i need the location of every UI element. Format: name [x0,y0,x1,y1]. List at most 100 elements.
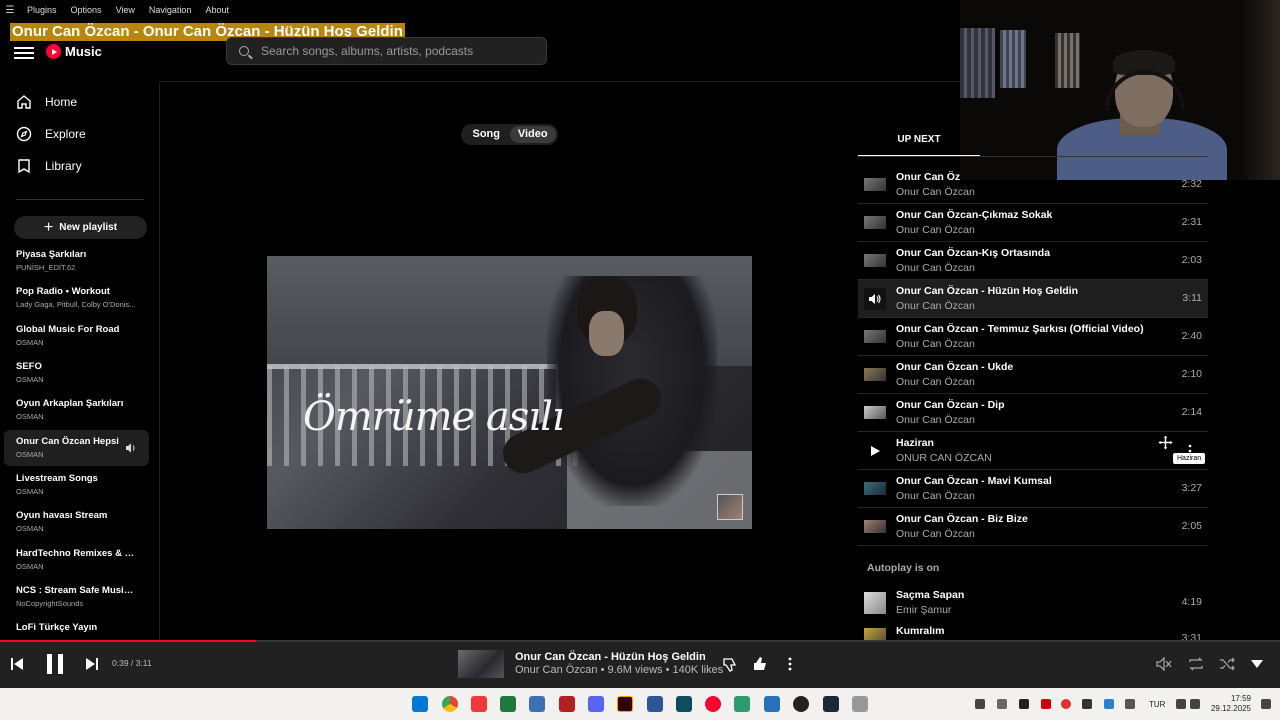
next-icon[interactable] [85,657,99,671]
queue-artist: Onur Can Özcan [896,224,975,236]
microphone-icon[interactable] [1125,699,1135,709]
play-logo-icon [46,44,61,59]
tray-chevron-icon[interactable] [975,699,985,709]
playlist-item[interactable]: Pop Radio • Workout Lady Gaga, Pitbull, C… [4,280,149,316]
playlist-subtitle: OSMAN [16,375,44,384]
playlist-title: Livestream Songs [16,473,98,484]
queue-duration: 3:31 [1181,632,1202,640]
network-icon[interactable] [1176,699,1186,709]
menu-view[interactable]: View [116,5,135,15]
logo-text: Music [65,44,102,59]
queue-duration: 2:10 [1181,368,1202,380]
queue-item[interactable]: Onur Can Özcan - Biz Bize Onur Can Özcan… [858,508,1208,546]
app-icon[interactable] [734,696,750,712]
more-icon[interactable] [786,656,794,672]
app-icon[interactable] [676,696,692,712]
playlist-item[interactable]: Global Music For Road OSMAN [4,318,149,354]
playlist-subtitle: NoCopyrightSounds [16,599,84,608]
toggle-video[interactable]: Video [509,126,556,143]
hamburger-menu-icon[interactable] [14,44,34,60]
queue-item[interactable]: Onur Can Özcan-Çıkmaz Sokak Onur Can Özc… [858,204,1208,242]
play-icon[interactable] [864,440,886,462]
like-icon[interactable] [752,656,768,672]
playlist-item-active[interactable]: Onur Can Özcan Hepsi OSMAN [4,430,149,466]
youtube-music-icon[interactable] [705,696,721,712]
playlist-item[interactable]: Livestream Songs OSMAN [4,467,149,503]
app-menu-icon[interactable]: ☰ [0,5,20,16]
queue-item[interactable]: Onur Can Özcan - Mavi Kumsal Onur Can Öz… [858,470,1208,508]
queue-duration: 2:32 [1181,178,1202,190]
video-player[interactable]: Ömrüme asılı [267,256,752,529]
notification-icon[interactable] [1261,699,1271,709]
mute-icon[interactable] [1156,656,1172,672]
menu-navigation[interactable]: Navigation [149,5,192,15]
playlist-item[interactable]: Oyun Arkaplan Şarkıları OSMAN [4,392,149,428]
illustrator-icon[interactable] [617,696,633,712]
toggle-song[interactable]: Song [463,126,510,143]
nav-explore[interactable]: Explore [0,118,159,150]
tray-icon[interactable] [997,699,1007,709]
discord-icon[interactable] [588,696,604,712]
queue-item[interactable]: Onur Can Öz Onur Can Özcan 2:32 [858,166,1208,204]
app-icon[interactable] [647,696,663,712]
playlist-item[interactable]: SEFO OSMAN [4,355,149,391]
queue-duration: 3:11 [1182,292,1202,304]
pause-icon[interactable] [45,653,65,675]
queue-item[interactable]: Onur Can Özcan - Temmuz Şarkısı (Officia… [858,318,1208,356]
tray-icon[interactable] [1019,699,1029,709]
queue-item[interactable]: Onur Can Özcan - Ukde Onur Can Özcan 2:1… [858,356,1208,394]
vivaldi-icon[interactable] [471,696,487,712]
steam-icon[interactable] [823,696,839,712]
queue-artist: Onur Can Özcan [896,186,975,198]
tab-up-next[interactable]: UP NEXT [858,128,980,157]
queue-thumbnail [864,592,886,614]
new-playlist-button[interactable]: + New playlist [14,216,147,239]
tray-icon[interactable] [1082,699,1092,709]
shuffle-icon[interactable] [1219,656,1235,672]
playlist-title: HardTechno Remixes & Bo... [16,548,138,559]
queue-duration: 2:31 [1181,216,1202,228]
search-box[interactable] [226,37,547,65]
outlook-icon[interactable] [764,696,780,712]
queue-item-now-playing[interactable]: Onur Can Özcan - Hüzün Hoş Geldin Onur C… [858,280,1208,318]
volume-icon[interactable] [1190,699,1200,709]
playlist-item[interactable]: HardTechno Remixes & Bo... OSMAN [4,542,149,578]
clock[interactable]: 17:59 29.12.2025 [1205,694,1251,714]
windows-start-icon[interactable] [412,696,428,712]
queue-item[interactable]: Onur Can Özcan - Dip Onur Can Özcan 2:14 [858,394,1208,432]
nav-library[interactable]: Library [0,150,159,182]
speaker-icon [126,443,135,453]
expand-icon[interactable] [1250,659,1264,669]
filezilla-icon[interactable] [559,696,575,712]
menu-about[interactable]: About [205,5,229,15]
repeat-icon[interactable] [1188,656,1204,672]
search-input[interactable] [261,44,521,58]
menu-options[interactable]: Options [71,5,102,15]
menu-plugins[interactable]: Plugins [27,5,57,15]
chrome-icon[interactable] [442,696,458,712]
new-playlist-label: New playlist [59,222,118,233]
tray-icon[interactable] [1061,699,1071,709]
playlist-item[interactable]: Piyasa Şarkıları PUNİSH_EDİT.62 [4,243,149,279]
obs-icon[interactable] [793,696,809,712]
logo[interactable]: Music [46,44,102,59]
dislike-icon[interactable] [722,656,738,672]
plus-icon: + [43,218,54,236]
video-overlay-text: Ömrüme asılı [303,394,565,440]
tray-icon[interactable] [1104,699,1114,709]
playlist-item[interactable]: LoFi Türkçe Yayın [4,616,149,640]
playlist-item[interactable]: NCS : Stream Safe Music fo... NoCopyright… [4,579,149,615]
queue-thumbnail [864,368,886,381]
language-indicator[interactable]: TUR [1149,700,1165,709]
game-app-icon[interactable] [529,696,545,712]
playlist-item[interactable]: Oyun havası Stream OSMAN [4,504,149,540]
app-icon[interactable] [852,696,868,712]
terminal-icon[interactable] [500,696,516,712]
previous-icon[interactable] [10,657,24,671]
autoplay-item[interactable]: Saçma Sapan Emir Şamur 4:19 [858,584,1208,622]
queue-item[interactable]: Haziran ONUR CAN ÖZCAN [858,432,1208,470]
queue-item[interactable]: Onur Can Özcan-Kış Ortasında Onur Can Öz… [858,242,1208,280]
autoplay-item[interactable]: Kumralım 3:31 [858,622,1208,640]
nav-home[interactable]: Home [0,86,159,118]
tray-icon[interactable] [1041,699,1051,709]
